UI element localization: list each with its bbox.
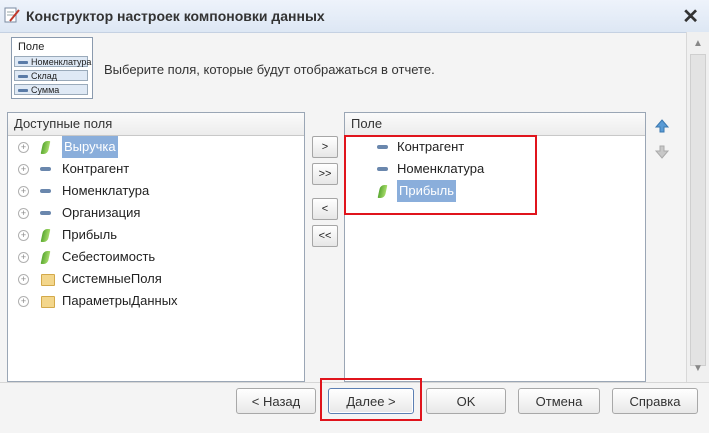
available-fields-header: Доступные поля xyxy=(8,113,304,136)
resource-icon xyxy=(40,229,51,242)
list-item-label: СистемныеПоля xyxy=(62,271,162,286)
list-item[interactable]: + СистемныеПоля xyxy=(8,268,304,290)
list-item-label: Выручка xyxy=(62,136,118,158)
illustration-title: Поле xyxy=(18,41,45,53)
expand-icon[interactable]: + xyxy=(18,274,29,285)
instruction-area: Поле Номенклатура Склад Сумма Выберите п… xyxy=(0,33,686,103)
window-title: Конструктор настроек компоновки данных xyxy=(26,8,325,24)
available-fields-panel: Доступные поля + Выручка + Контрагент + Номен… xyxy=(7,112,305,382)
scroll-thumb[interactable] xyxy=(690,54,706,366)
close-icon[interactable]: ✕ xyxy=(682,4,699,29)
property-icon xyxy=(40,211,51,215)
list-item-label: Себестоимость xyxy=(62,249,156,264)
expand-icon[interactable]: + xyxy=(18,186,29,197)
resource-icon xyxy=(40,141,51,154)
list-item[interactable]: + Контрагент xyxy=(8,158,304,180)
cancel-button[interactable]: Отмена xyxy=(518,388,600,414)
list-item-label: Прибыль xyxy=(62,227,117,242)
scroll-down-icon[interactable]: ▼ xyxy=(693,363,703,374)
list-item-label: ПараметрыДанных xyxy=(62,293,178,308)
hint-text: Выберите поля, которые будут отображатьс… xyxy=(104,62,435,77)
folder-icon xyxy=(41,296,55,308)
ok-button[interactable]: OK xyxy=(426,388,506,414)
expand-icon[interactable]: + xyxy=(18,208,29,219)
title-bar: Конструктор настроек компоновки данных ✕ xyxy=(0,0,709,33)
property-icon xyxy=(40,189,51,193)
property-icon xyxy=(40,167,51,171)
illustration-row: Номенклатура xyxy=(14,56,91,67)
illustration-row: Склад xyxy=(14,70,88,81)
folder-icon xyxy=(41,274,55,286)
expand-icon[interactable]: + xyxy=(18,296,29,307)
expand-icon[interactable]: + xyxy=(18,252,29,263)
available-fields-list: + Выручка + Контрагент + Номенклатура + Организ… xyxy=(8,136,304,312)
move-up-icon[interactable] xyxy=(654,118,670,134)
add-all-button[interactable]: >> xyxy=(312,163,338,185)
move-down-icon[interactable] xyxy=(654,144,670,160)
illustration-row: Сумма xyxy=(14,84,88,95)
highlight-selected-fields xyxy=(344,135,537,215)
constructor-window: Конструктор настроек компоновки данных ✕… xyxy=(0,0,709,433)
back-button[interactable]: < Назад xyxy=(236,388,316,414)
add-field-button[interactable]: > xyxy=(312,136,338,158)
remove-all-button[interactable]: << xyxy=(312,225,338,247)
expand-icon[interactable]: + xyxy=(18,164,29,175)
list-item[interactable]: + Номенклатура xyxy=(8,180,304,202)
remove-field-button[interactable]: < xyxy=(312,198,338,220)
list-item[interactable]: + Выручка xyxy=(8,136,304,158)
expand-icon[interactable]: + xyxy=(18,230,29,241)
list-item-label: Контрагент xyxy=(62,161,130,176)
pencil-doc-icon xyxy=(4,7,20,23)
list-item-label: Номенклатура xyxy=(62,183,150,198)
resource-icon xyxy=(40,251,51,264)
list-item[interactable]: + ПараметрыДанных xyxy=(8,290,304,312)
window-scrollbar[interactable]: ▲ ▼ xyxy=(686,32,709,382)
list-item[interactable]: + Организация xyxy=(8,202,304,224)
highlight-next-button xyxy=(320,378,422,421)
list-item-label: Организация xyxy=(62,205,141,220)
expand-icon[interactable]: + xyxy=(18,142,29,153)
scroll-up-icon[interactable]: ▲ xyxy=(693,38,703,49)
list-item[interactable]: + Себестоимость xyxy=(8,246,304,268)
fields-illustration: Поле Номенклатура Склад Сумма xyxy=(11,37,93,99)
selected-fields-header: Поле xyxy=(345,113,645,136)
list-item[interactable]: + Прибыль xyxy=(8,224,304,246)
help-button[interactable]: Справка xyxy=(612,388,698,414)
